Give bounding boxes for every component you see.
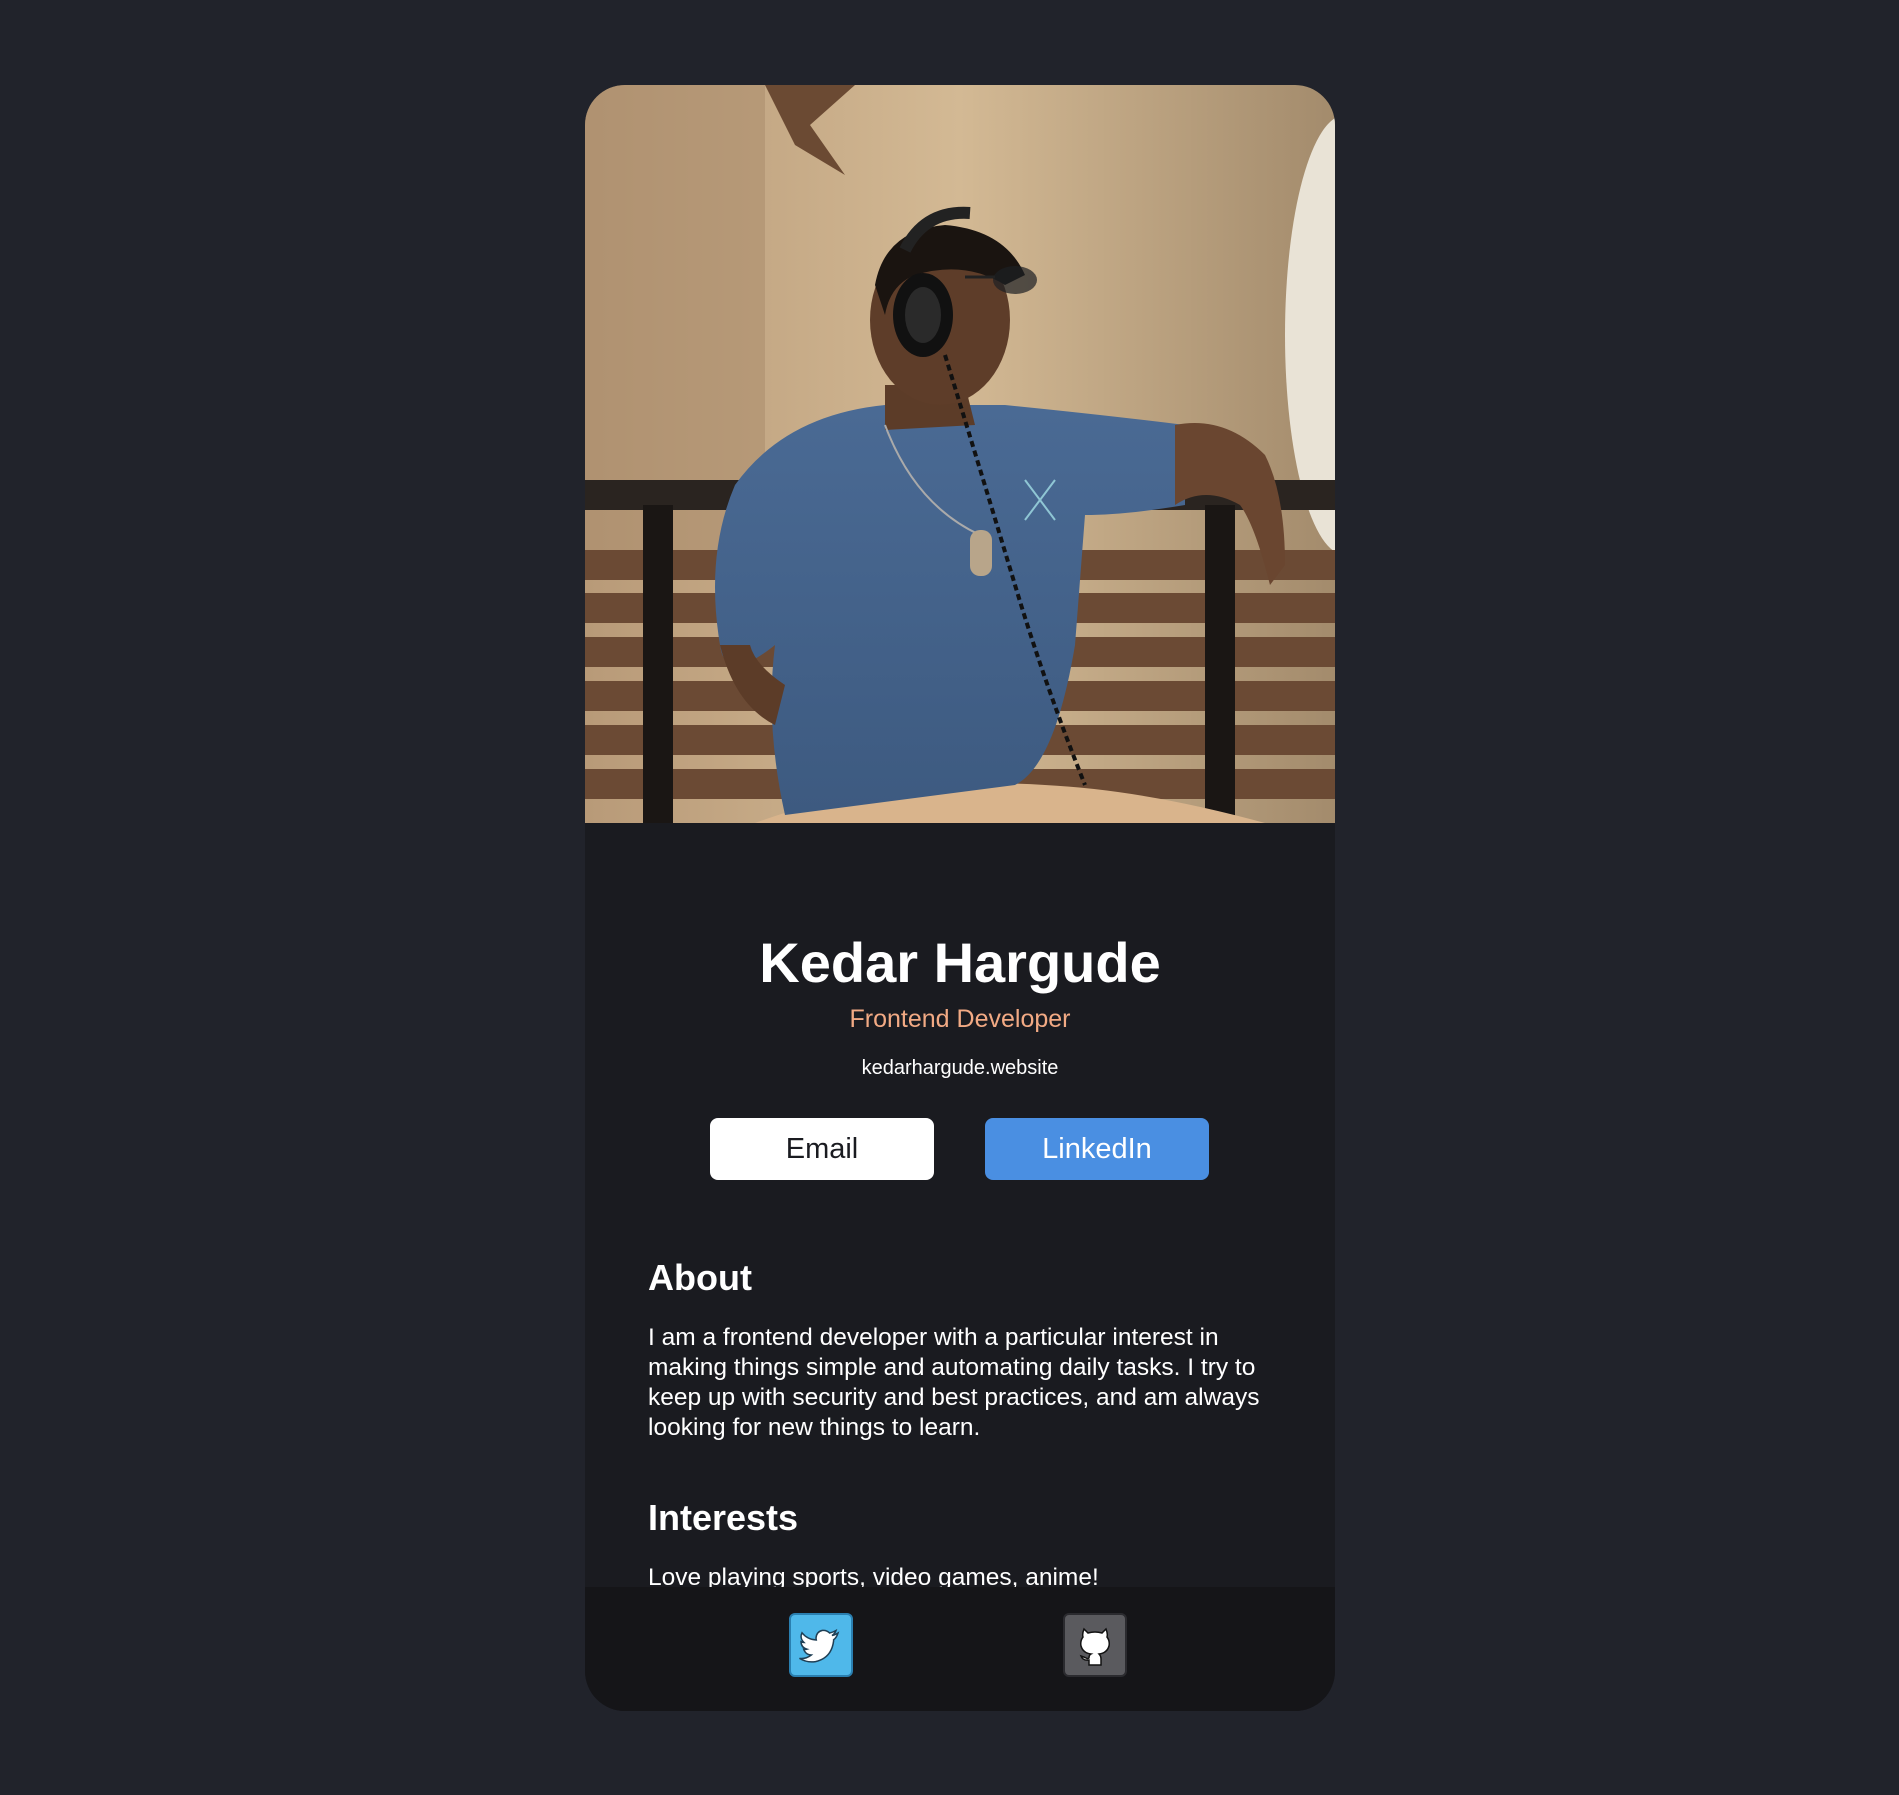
twitter-link[interactable]: [789, 1613, 853, 1677]
twitter-icon: [799, 1628, 840, 1663]
profile-photo: [585, 85, 1335, 823]
linkedin-button[interactable]: LinkedIn: [985, 1118, 1209, 1180]
about-text: I am a frontend developer with a particu…: [648, 1324, 1260, 1441]
profile-website[interactable]: kedarhargude.website: [585, 1058, 1335, 1078]
about-heading: About: [648, 1257, 752, 1298]
github-link[interactable]: [1063, 1613, 1127, 1677]
email-button[interactable]: Email: [710, 1118, 934, 1180]
profile-photo-illustration: [585, 85, 1335, 823]
profile-name: Kedar Hargude: [759, 931, 1161, 994]
profile-card: Kedar Hargude Frontend Developer kedarha…: [585, 85, 1335, 1711]
profile-role: Frontend Developer: [849, 1005, 1071, 1033]
github-icon: [1079, 1627, 1110, 1666]
interests-heading: Interests: [648, 1497, 799, 1538]
social-footer: [585, 1587, 1335, 1711]
